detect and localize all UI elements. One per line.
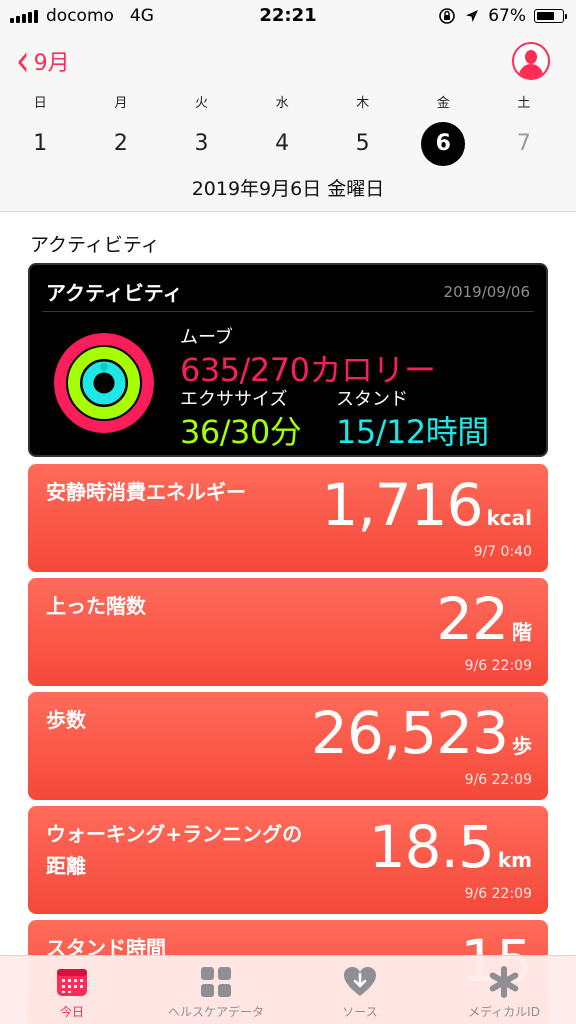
metric-unit: 階 <box>512 620 532 644</box>
grid-icon <box>201 967 231 997</box>
day-number: 6 <box>421 122 466 166</box>
section-title: アクティビティ <box>30 234 160 256</box>
metric-value: 1,716 kcal <box>321 474 532 536</box>
metric-card-resting-energy[interactable]: 安静時消費エネルギー 1,716 kcal 9/7 0:40 <box>28 464 548 572</box>
location-arrow-icon <box>466 10 479 22</box>
tab-label: メディカルID <box>468 1005 540 1019</box>
metric-time: 9/7 0:40 <box>473 544 532 560</box>
day-button-1[interactable]: 1 <box>0 124 81 164</box>
tab-sources[interactable]: ソース <box>288 956 432 1024</box>
day-number: 3 <box>194 131 209 156</box>
asterisk-icon <box>489 966 519 998</box>
full-date-label: 2019年9月6日 金曜日 <box>191 178 385 200</box>
metric-name: 安静時消費エネルギー <box>46 480 246 504</box>
day-number: 4 <box>275 131 290 156</box>
weekday-label: 木 <box>356 96 370 111</box>
metric-name: 歩数 <box>46 708 86 732</box>
day-number: 1 <box>33 131 48 156</box>
tab-today[interactable]: 今日 <box>0 956 144 1024</box>
calendar-icon <box>57 969 87 996</box>
weekday-label: 金 <box>436 96 450 111</box>
battery-icon <box>534 9 567 23</box>
activity-rings-icon <box>54 333 154 433</box>
metric-name: ウォーキング+ランニングの 距離 <box>46 822 303 878</box>
activity-card[interactable]: アクティビティ 2019/09/06 ムーブ 635/270カロリー エクササイ… <box>28 263 548 457</box>
metric-number: 1,716 <box>321 471 483 539</box>
metric-number: 22 <box>436 585 509 653</box>
weekday-label: 火 <box>194 96 208 111</box>
stand-value: 15/12時間 <box>336 413 489 451</box>
tab-label: ヘルスケアデータ <box>167 1005 264 1019</box>
metric-card-walking-running-distance[interactable]: ウォーキング+ランニングの 距離 18.5 km 9/6 22:09 <box>28 806 548 914</box>
calendar-header: ‹ 9月 日 月 火 水 木 金 土 1 2 3 4 5 6 7 2019年9月… <box>0 34 576 212</box>
metric-time: 9/6 22:09 <box>464 658 532 674</box>
metric-card-flights-climbed[interactable]: 上った階数 22 階 9/6 22:09 <box>28 578 548 686</box>
metric-unit: 歩 <box>512 734 532 758</box>
metric-name: 上った階数 <box>46 594 146 618</box>
day-button-3[interactable]: 3 <box>161 124 242 164</box>
metric-time: 9/6 22:09 <box>464 886 532 902</box>
day-button-2[interactable]: 2 <box>81 124 162 164</box>
orientation-lock-icon <box>439 8 456 24</box>
divider <box>42 311 534 312</box>
metric-value: 22 階 <box>436 588 532 650</box>
status-bar: docomo 4G 22:21 67% <box>0 0 576 34</box>
day-button-7[interactable]: 7 <box>484 124 565 164</box>
chevron-left-icon: ‹ <box>16 35 30 87</box>
day-button-5[interactable]: 5 <box>322 124 403 164</box>
metric-time: 9/6 22:09 <box>464 772 532 788</box>
tab-health-data[interactable]: ヘルスケアデータ <box>144 956 288 1024</box>
day-number: 5 <box>355 131 370 156</box>
weekday-label: 土 <box>517 96 531 111</box>
tab-medical-id[interactable]: メディカルID <box>432 956 576 1024</box>
tab-label: 今日 <box>59 1005 84 1019</box>
weekday-row: 日 月 火 水 木 金 土 <box>0 92 576 111</box>
metric-unit: kcal <box>486 506 532 530</box>
back-label: 9月 <box>33 51 70 76</box>
metric-value: 18.5 km <box>369 816 532 878</box>
metric-unit: km <box>497 848 532 872</box>
metric-value: 26,523 歩 <box>311 702 532 764</box>
weekday-label: 水 <box>275 96 289 111</box>
day-number: 7 <box>516 131 531 156</box>
activity-title: アクティビティ <box>46 281 183 305</box>
battery-percent: 67% <box>488 6 526 26</box>
weekday-label: 月 <box>114 96 128 111</box>
back-button[interactable]: ‹ 9月 <box>16 39 70 83</box>
weekday-label: 日 <box>33 96 47 111</box>
day-number: 2 <box>113 131 128 156</box>
tab-label: ソース <box>342 1005 378 1019</box>
status-right: 67% <box>438 6 567 26</box>
tab-bar: 今日 ヘルスケアデータ ソース メディカルID <box>0 955 576 1024</box>
metric-card-steps[interactable]: 歩数 26,523 歩 9/6 22:09 <box>28 692 548 800</box>
day-button-4[interactable]: 4 <box>242 124 323 164</box>
day-row: 1 2 3 4 5 6 7 <box>0 122 576 166</box>
profile-avatar-button[interactable] <box>512 42 550 80</box>
exercise-value: 36/30分 <box>180 413 302 451</box>
day-button-6-selected[interactable]: 6 <box>403 122 484 166</box>
heart-download-icon <box>344 967 376 996</box>
metric-number: 26,523 <box>311 699 509 767</box>
metric-number: 18.5 <box>368 813 495 881</box>
activity-date: 2019/09/06 <box>443 283 530 301</box>
